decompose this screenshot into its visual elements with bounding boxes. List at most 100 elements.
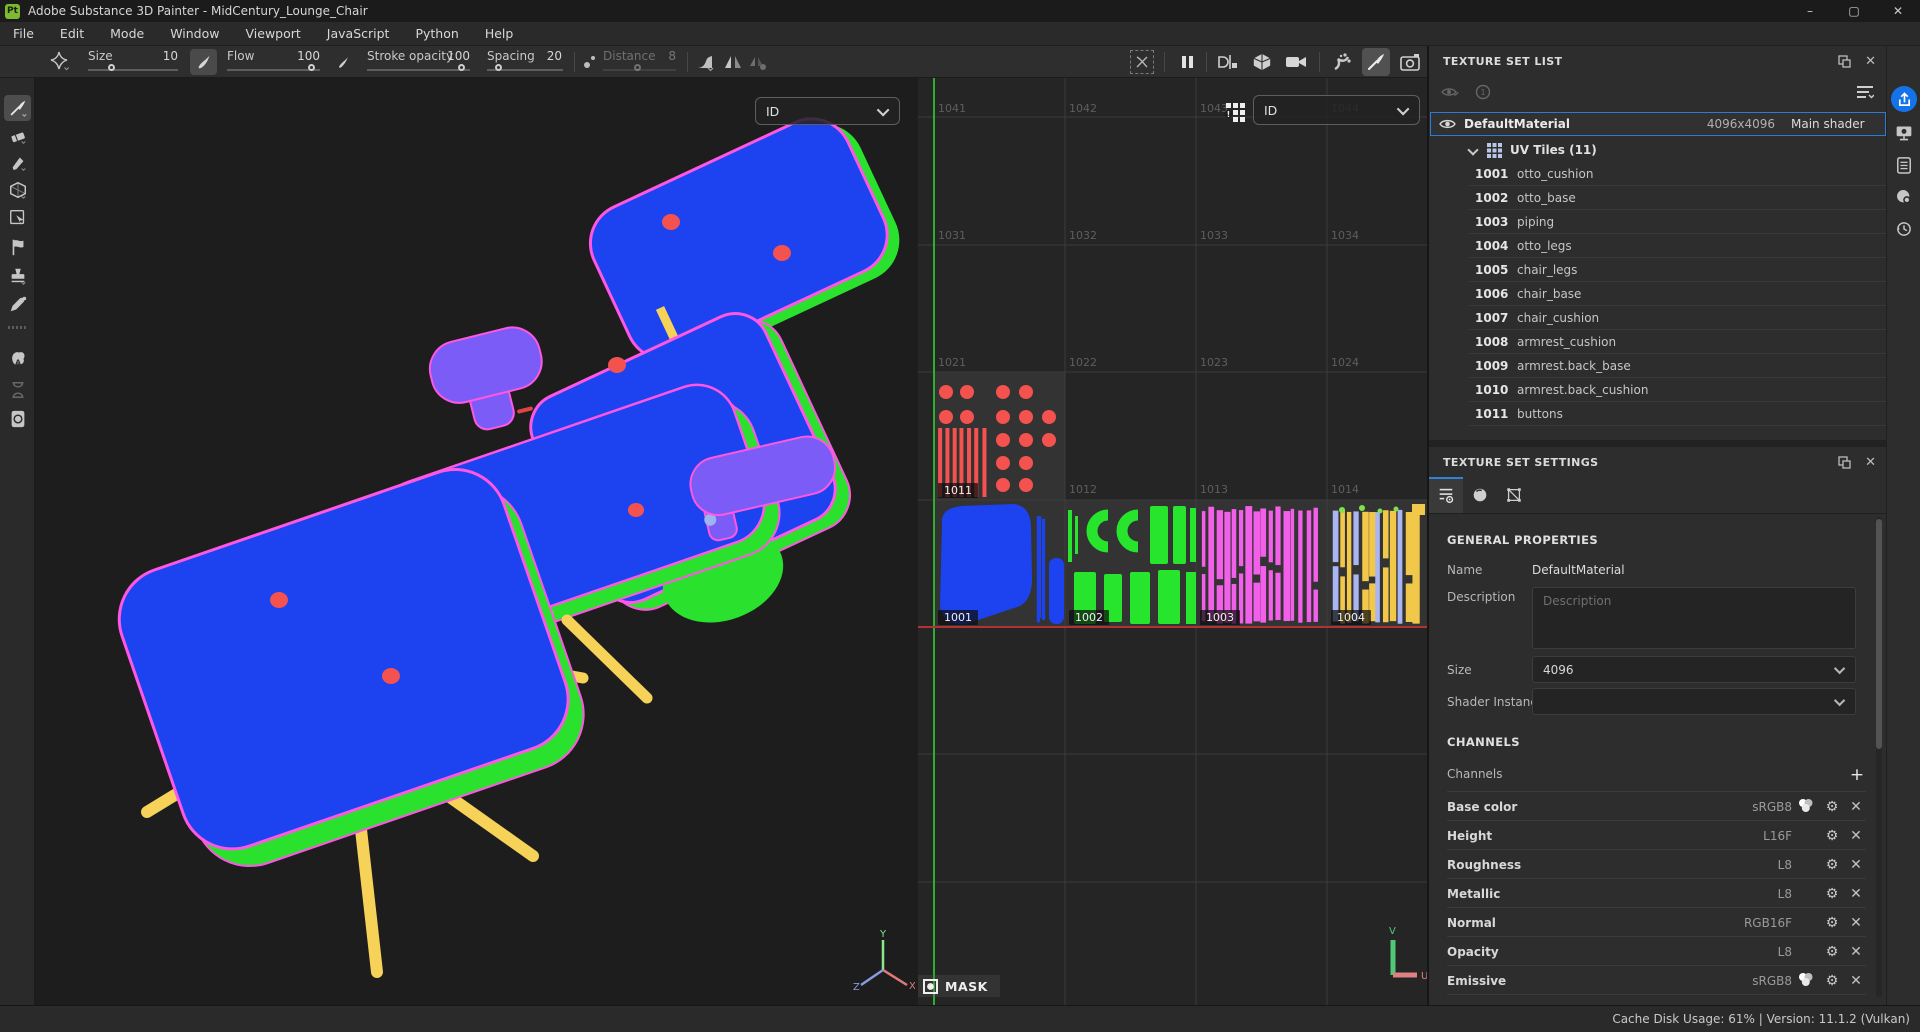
visibility-sync-icon[interactable]	[1441, 85, 1459, 99]
uv-tile-row[interactable]: 1007 chair_cushion	[1429, 306, 1886, 330]
viewer-settings-icon[interactable]	[1891, 184, 1917, 210]
collapse-chevron-icon[interactable]	[1467, 144, 1478, 155]
paint-brush-mode-icon[interactable]	[1362, 48, 1390, 76]
viewport-2d[interactable]: 1041104210431044103110321033103410211022…	[918, 78, 1427, 1005]
uv-tile-row[interactable]: 1008 armrest_cushion	[1429, 330, 1886, 354]
color-picker-tool-icon[interactable]	[4, 291, 31, 317]
texture-set-row-selected[interactable]: DefaultMaterial 4096x4096 Main shader	[1430, 112, 1886, 136]
stroke-opacity-slider[interactable]	[367, 69, 470, 71]
channel-delete-icon[interactable]: ✕	[1846, 915, 1866, 931]
uv-tile-row[interactable]: 1004 otto_legs	[1429, 234, 1886, 258]
udim-grid-icon[interactable]: !	[1222, 99, 1248, 125]
settings-scrollbar[interactable]	[1876, 517, 1882, 997]
stamp-tool-icon[interactable]	[4, 263, 31, 289]
brush-tip-button[interactable]	[190, 49, 217, 75]
clone-tool-icon[interactable]	[4, 234, 31, 260]
history-log-icon[interactable]	[1891, 216, 1917, 242]
panel-divider[interactable]	[1429, 440, 1886, 447]
channel-settings-gear-icon[interactable]: ⚙	[1818, 828, 1846, 844]
channel-row[interactable]: Metallic L8 ⚙ ✕	[1429, 879, 1886, 908]
polygon-fill-tool-icon[interactable]	[4, 177, 31, 203]
channel-delete-icon[interactable]: ✕	[1846, 857, 1866, 873]
flow-slider-knob[interactable]	[308, 64, 315, 71]
channel-settings-gear-icon[interactable]: ⚙	[1818, 857, 1846, 873]
channel-settings-gear-icon[interactable]: ⚙	[1818, 973, 1846, 989]
viewport-split-icon[interactable]	[1214, 50, 1240, 74]
scrollbar-thumb[interactable]	[1876, 519, 1882, 749]
tab-material-sphere[interactable]	[1463, 477, 1497, 513]
uv-tile-row[interactable]: 1010 armrest.back_cushion	[1429, 378, 1886, 402]
eraser-tool-icon[interactable]	[4, 123, 31, 149]
menu-item[interactable]: Edit	[47, 22, 97, 46]
2d-channel-dropdown[interactable]: ID	[1253, 95, 1420, 125]
pause-engine-icon[interactable]	[1176, 50, 1198, 74]
undock-panel-icon[interactable]	[1838, 55, 1851, 68]
uv-tile-row[interactable]: 1003 piping	[1429, 210, 1886, 234]
tab-general-settings[interactable]	[1429, 477, 1463, 513]
menu-item[interactable]: Help	[472, 22, 527, 46]
falloff-curve-icon[interactable]	[692, 50, 716, 74]
stroke-opacity-slider-knob[interactable]	[458, 64, 465, 71]
mirror-symmetry-icon[interactable]	[722, 50, 744, 74]
3d-channel-dropdown[interactable]: ID	[755, 97, 900, 125]
menu-item[interactable]: Mode	[97, 22, 157, 46]
channel-delete-icon[interactable]: ✕	[1846, 973, 1866, 989]
paint-tool-icon[interactable]	[4, 95, 31, 121]
channel-row[interactable]: Emissive sRGB8 ⚙ ✕	[1429, 966, 1886, 995]
flow-slider[interactable]	[227, 69, 320, 71]
mirror-settings-icon[interactable]	[747, 50, 769, 74]
uv-tile-row[interactable]: 1002 otto_base	[1429, 186, 1886, 210]
close-panel-icon[interactable]: ✕	[1865, 455, 1876, 470]
projection-tool-icon[interactable]	[4, 150, 31, 176]
channel-delete-icon[interactable]: ✕	[1846, 799, 1866, 815]
viewport-3d[interactable]: ID Y X Z	[35, 78, 918, 1005]
brush-alpha-icon[interactable]	[44, 49, 74, 75]
channel-row[interactable]: Base color sRGB8 ⚙ ✕	[1429, 792, 1886, 821]
history-brush-tool-icon[interactable]	[4, 377, 31, 403]
maximize-button[interactable]: ▢	[1832, 0, 1876, 22]
channel-delete-icon[interactable]: ✕	[1846, 828, 1866, 844]
deselect-stencil-icon[interactable]	[1130, 50, 1154, 74]
menu-item[interactable]: File	[0, 22, 47, 46]
channel-row[interactable]: Normal RGB16F ⚙ ✕	[1429, 908, 1886, 937]
channel-row[interactable]: Height L16F ⚙ ✕	[1429, 821, 1886, 850]
material-picker-tool-icon[interactable]: A	[4, 345, 31, 371]
size-slider-knob[interactable]	[108, 64, 115, 71]
camera-view-icon[interactable]	[1283, 50, 1309, 74]
minimize-button[interactable]: –	[1788, 0, 1832, 22]
3d-view-icon[interactable]	[1249, 50, 1275, 74]
shelf-panel-icon[interactable]	[1891, 152, 1917, 178]
share-export-icon[interactable]	[1891, 86, 1917, 112]
menu-item[interactable]: Window	[157, 22, 232, 46]
description-field[interactable]: Description	[1532, 587, 1856, 649]
particle-brush-icon[interactable]	[1328, 50, 1354, 74]
uv-tiles-group-row[interactable]: UV Tiles (11)	[1429, 138, 1886, 162]
close-button[interactable]: ✕	[1876, 0, 1920, 22]
material-shader[interactable]: Main shader	[1791, 117, 1877, 131]
menu-item[interactable]: Python	[402, 22, 471, 46]
channel-settings-gear-icon[interactable]: ⚙	[1818, 799, 1846, 815]
uv-tile-row[interactable]: 1006 chair_base	[1429, 282, 1886, 306]
spacing-slider-knob[interactable]	[495, 64, 502, 71]
display-settings-icon[interactable]	[1891, 120, 1917, 146]
undock-panel-icon[interactable]	[1838, 456, 1851, 469]
tab-mesh-uv[interactable]	[1497, 477, 1531, 513]
channel-delete-icon[interactable]: ✕	[1846, 944, 1866, 960]
close-panel-icon[interactable]: ✕	[1865, 54, 1876, 69]
menu-item[interactable]: Viewport	[233, 22, 314, 46]
menu-item[interactable]: JavaScript	[314, 22, 403, 46]
uv-tile-row[interactable]: 1001 otto_cushion	[1429, 162, 1886, 186]
add-channel-button[interactable]: +	[1847, 765, 1867, 785]
channel-row[interactable]: Roughness L8 ⚙ ✕	[1429, 850, 1886, 879]
solo-visibility-icon[interactable]: 1	[1475, 84, 1491, 100]
stroke-tip-icon[interactable]	[331, 49, 355, 75]
screenshot-camera-icon[interactable]	[1398, 50, 1424, 74]
channel-row[interactable]: Opacity L8 ⚙ ✕	[1429, 937, 1886, 966]
eye-icon[interactable]	[1439, 118, 1456, 130]
channel-delete-icon[interactable]: ✕	[1846, 886, 1866, 902]
size-select[interactable]: 4096	[1532, 656, 1856, 683]
list-options-icon[interactable]	[1856, 85, 1874, 100]
channel-settings-gear-icon[interactable]: ⚙	[1818, 915, 1846, 931]
shader-instance-select[interactable]	[1532, 688, 1856, 715]
channel-settings-gear-icon[interactable]: ⚙	[1818, 886, 1846, 902]
